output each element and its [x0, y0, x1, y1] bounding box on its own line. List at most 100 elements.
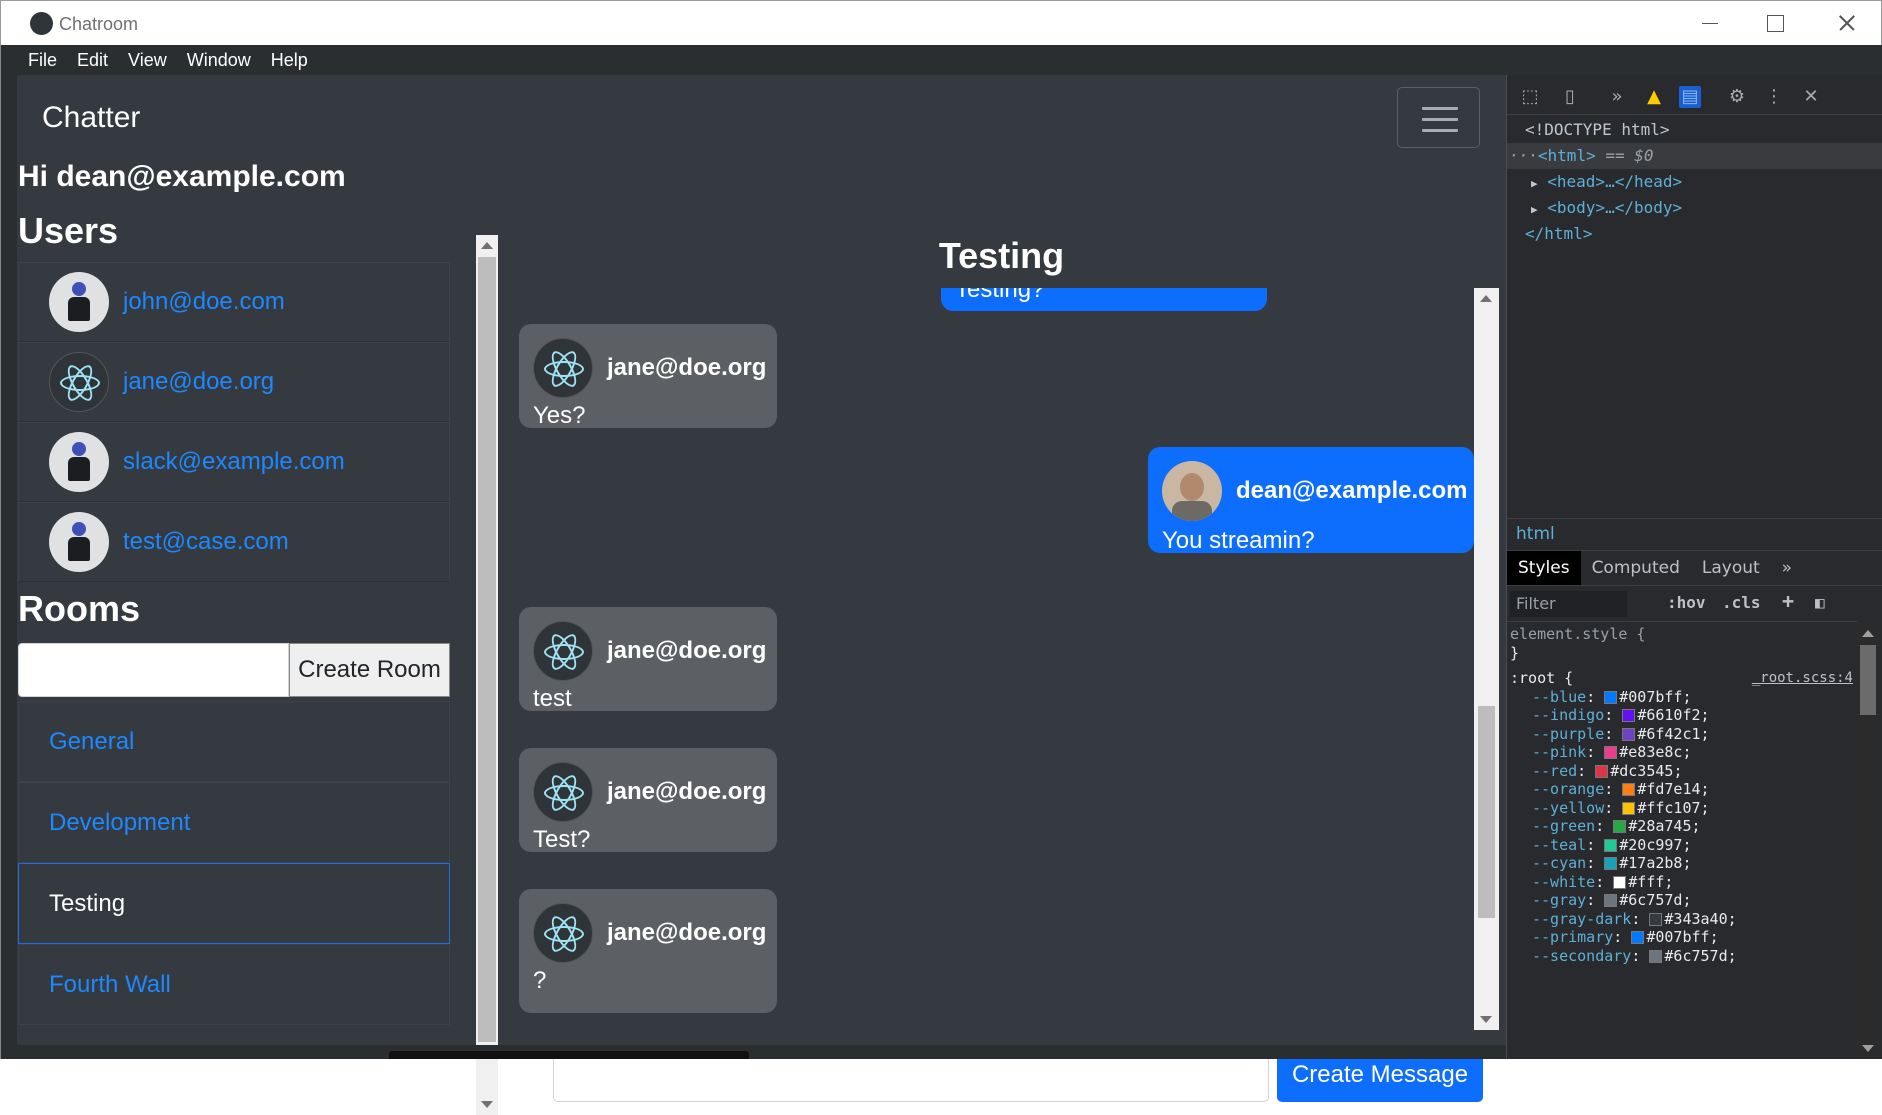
color-swatch[interactable]: [1622, 709, 1636, 722]
toggle-sidebar-icon[interactable]: ◧: [1815, 593, 1825, 612]
styles-filter-input[interactable]: Filter: [1510, 591, 1627, 617]
current-room-title: Testing: [938, 235, 1065, 276]
color-swatch[interactable]: [1649, 912, 1663, 926]
color-swatch[interactable]: [1622, 783, 1636, 796]
hamburger-menu-button[interactable]: [1397, 87, 1480, 148]
color-swatch[interactable]: [1622, 727, 1636, 741]
minimize-icon[interactable]: [1702, 11, 1726, 35]
color-swatch[interactable]: [1604, 838, 1618, 852]
css-variable[interactable]: --secondary: #6c757d;: [1510, 947, 1855, 966]
dom-html-close[interactable]: </html>: [1507, 221, 1882, 247]
menu-window[interactable]: Window: [178, 50, 260, 71]
menu-help[interactable]: Help: [262, 50, 317, 71]
styles-scrollbar[interactable]: [1857, 623, 1879, 1059]
message-author: dean@example.com: [1236, 477, 1468, 504]
tab-styles[interactable]: Styles: [1507, 551, 1581, 585]
color-swatch[interactable]: [1604, 690, 1618, 704]
scroll-thumb[interactable]: [478, 257, 496, 1042]
scroll-thumb[interactable]: [1478, 706, 1495, 918]
scroll-down-icon[interactable]: [1480, 1016, 1492, 1023]
room-item-testing[interactable]: Testing: [18, 863, 450, 944]
room-name-input[interactable]: [18, 643, 289, 697]
user-name[interactable]: slack@example.com: [123, 448, 345, 476]
scroll-thumb[interactable]: [1860, 645, 1876, 715]
message-text: Yes?: [533, 402, 586, 429]
scroll-up-icon[interactable]: [1862, 630, 1874, 637]
close-window-icon[interactable]: [1837, 11, 1861, 35]
scroll-down-icon[interactable]: [1862, 1045, 1874, 1052]
css-variable[interactable]: --teal: #20c997;: [1510, 836, 1855, 855]
create-room-button[interactable]: Create Room: [289, 643, 450, 697]
navbar-brand[interactable]: Chatter: [42, 101, 140, 135]
user-item[interactable]: slack@example.com: [18, 422, 450, 502]
css-variable[interactable]: --purple: #6f42c1;: [1510, 725, 1855, 744]
device-toolbar-icon[interactable]: ▯: [1559, 86, 1581, 108]
user-name[interactable]: john@doe.com: [123, 288, 285, 316]
dom-head[interactable]: ▶ <head>…</head>: [1507, 169, 1882, 195]
color-swatch[interactable]: [1613, 875, 1627, 889]
greeting: Hi dean@example.com: [18, 160, 346, 193]
css-variable[interactable]: --yellow: #ffc107;: [1510, 799, 1855, 818]
maximize-icon[interactable]: [1767, 11, 1791, 35]
room-item-fourth-wall[interactable]: Fourth Wall: [18, 944, 450, 1025]
messages-icon[interactable]: ▤: [1679, 86, 1701, 108]
color-swatch[interactable]: [1595, 764, 1609, 778]
more-options-icon[interactable]: ⋮: [1763, 86, 1785, 108]
tab-more[interactable]: »: [1771, 551, 1803, 585]
user-name[interactable]: test@case.com: [123, 528, 289, 556]
tab-layout[interactable]: Layout: [1691, 551, 1771, 585]
dom-breadcrumb[interactable]: html: [1507, 518, 1882, 550]
window-titlebar: Chatroom: [0, 0, 1882, 45]
css-variable[interactable]: --cyan: #17a2b8;: [1510, 854, 1855, 873]
scroll-up-icon[interactable]: [1480, 295, 1492, 302]
room-item-development[interactable]: Development: [18, 782, 450, 863]
add-rule-icon[interactable]: +: [1782, 589, 1794, 613]
warning-icon[interactable]: ▲: [1643, 86, 1665, 108]
room-item-general[interactable]: General: [18, 701, 450, 782]
css-variable[interactable]: --indigo: #6610f2;: [1510, 706, 1855, 725]
scroll-down-icon[interactable]: [481, 1101, 493, 1108]
css-variable[interactable]: --red: #dc3545;: [1510, 762, 1855, 781]
more-panels-icon[interactable]: »: [1606, 86, 1628, 108]
scroll-up-icon[interactable]: [481, 242, 493, 249]
dom-doctype[interactable]: <!DOCTYPE html>: [1507, 117, 1882, 143]
element-style-open[interactable]: element.style {: [1510, 625, 1855, 644]
sidebar-scrollbar[interactable]: [476, 235, 498, 1115]
settings-gear-icon[interactable]: ⚙: [1726, 86, 1748, 108]
css-variable[interactable]: --pink: #e83e8c;: [1510, 743, 1855, 762]
inspect-element-icon[interactable]: ⬚: [1519, 86, 1541, 108]
color-swatch[interactable]: [1604, 894, 1618, 907]
color-swatch[interactable]: [1649, 949, 1663, 963]
hov-toggle[interactable]: :hov: [1667, 593, 1706, 612]
css-variable[interactable]: --primary: #007bff;: [1510, 928, 1855, 947]
color-swatch[interactable]: [1631, 931, 1645, 944]
source-link[interactable]: _root.scss:4: [1752, 669, 1853, 688]
css-variable[interactable]: --white: #fff;: [1510, 873, 1855, 892]
color-swatch[interactable]: [1604, 857, 1618, 870]
user-item[interactable]: jane@doe.org: [18, 342, 450, 422]
css-variable[interactable]: --gray-dark: #343a40;: [1510, 910, 1855, 929]
tab-computed[interactable]: Computed: [1581, 551, 1691, 585]
color-swatch[interactable]: [1613, 820, 1627, 833]
user-item[interactable]: john@doe.com: [18, 262, 450, 342]
message-bubble: jane@doe.org test: [519, 607, 777, 712]
color-swatch[interactable]: [1604, 746, 1618, 759]
cls-toggle[interactable]: .cls: [1722, 593, 1761, 612]
color-swatch[interactable]: [1622, 801, 1636, 815]
dom-html-selected[interactable]: ···<html> == $0: [1507, 143, 1882, 169]
chat-app: Chatter Hi dean@example.com Users john@d…: [17, 75, 1506, 1115]
messages-scrollbar[interactable]: [1474, 288, 1499, 1030]
css-variable[interactable]: --blue: #007bff;: [1510, 688, 1855, 707]
menu-file[interactable]: File: [19, 50, 66, 71]
close-devtools-icon[interactable]: ✕: [1800, 86, 1822, 108]
menu-view[interactable]: View: [119, 50, 176, 71]
dom-body[interactable]: ▶ <body>…</body>: [1507, 195, 1882, 221]
user-item[interactable]: test@case.com: [18, 502, 450, 582]
user-name[interactable]: jane@doe.org: [123, 368, 274, 396]
css-variable[interactable]: --orange: #fd7e14;: [1510, 780, 1855, 799]
styles-filter-row: Filter :hov .cls + ◧: [1507, 586, 1857, 622]
css-variable[interactable]: --gray: #6c757d;: [1510, 891, 1855, 910]
css-variable[interactable]: --green: #28a745;: [1510, 817, 1855, 836]
message-author: jane@doe.org: [607, 637, 767, 664]
menu-edit[interactable]: Edit: [68, 50, 117, 71]
